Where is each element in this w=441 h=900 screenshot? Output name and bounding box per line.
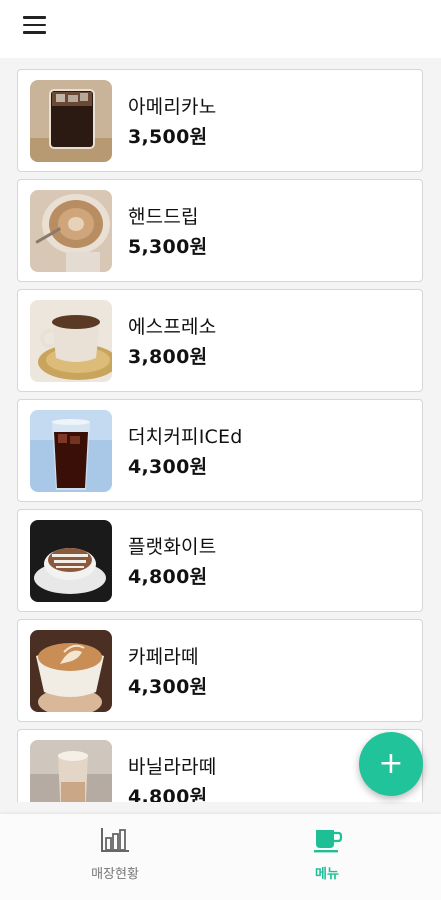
- hand-drip-coffee-photo: [30, 190, 112, 272]
- menu-item-price: 3,500원: [128, 126, 208, 148]
- nav-label: 메뉴: [315, 867, 339, 882]
- bar-chart-icon: [101, 828, 129, 852]
- menu-item-name: 더치커피ICEd: [128, 426, 243, 448]
- iced-americano-photo: [30, 80, 112, 162]
- menu-item-price: 5,300원: [128, 236, 208, 258]
- menu-item-card[interactable]: 플랫화이트 4,800원: [17, 509, 423, 612]
- menu-item-card[interactable]: 카페라떼 4,300원: [17, 619, 423, 722]
- menu-item-card[interactable]: 에스프레소 3,800원: [17, 289, 423, 392]
- iced-dutch-coffee-photo: [30, 410, 112, 492]
- nav-item-menu[interactable]: 메뉴: [267, 814, 387, 900]
- menu-item-name: 아메리카노: [128, 96, 217, 118]
- menu-list[interactable]: 아메리카노 3,500원 핸드드립 5,300원 에스프레소 3,800원 더치…: [0, 58, 441, 802]
- menu-item-name: 카페라떼: [128, 646, 199, 668]
- nav-item-store-status[interactable]: 매장현황: [55, 814, 175, 900]
- menu-item-price: 4,300원: [128, 456, 208, 478]
- add-menu-button[interactable]: +: [359, 732, 423, 796]
- coffee-cup-icon: [314, 830, 343, 853]
- menu-item-name: 핸드드립: [128, 206, 199, 228]
- plus-icon: +: [378, 746, 404, 781]
- menu-item-name: 바닐라라떼: [128, 756, 217, 778]
- menu-item-card[interactable]: 더치커피ICEd 4,300원: [17, 399, 423, 502]
- menu-item-name: 플랫화이트: [128, 536, 217, 558]
- bottom-navigation: 매장현황 메뉴: [0, 814, 441, 900]
- flat-white-photo: [30, 520, 112, 602]
- menu-item-price: 4,800원: [128, 566, 208, 588]
- vanilla-latte-photo: [30, 740, 112, 802]
- cafe-latte-photo: [30, 630, 112, 712]
- menu-item-name: 에스프레소: [128, 316, 217, 338]
- menu-item-card[interactable]: 아메리카노 3,500원: [17, 69, 423, 172]
- menu-item-price: 3,800원: [128, 346, 208, 368]
- app-header: [0, 0, 441, 58]
- menu-item-price: 4,800원: [128, 786, 208, 802]
- nav-label: 매장현황: [91, 867, 139, 882]
- espresso-cup-photo: [30, 300, 112, 382]
- menu-item-card[interactable]: 핸드드립 5,300원: [17, 179, 423, 282]
- hamburger-menu-icon[interactable]: [23, 15, 47, 35]
- menu-item-price: 4,300원: [128, 676, 208, 698]
